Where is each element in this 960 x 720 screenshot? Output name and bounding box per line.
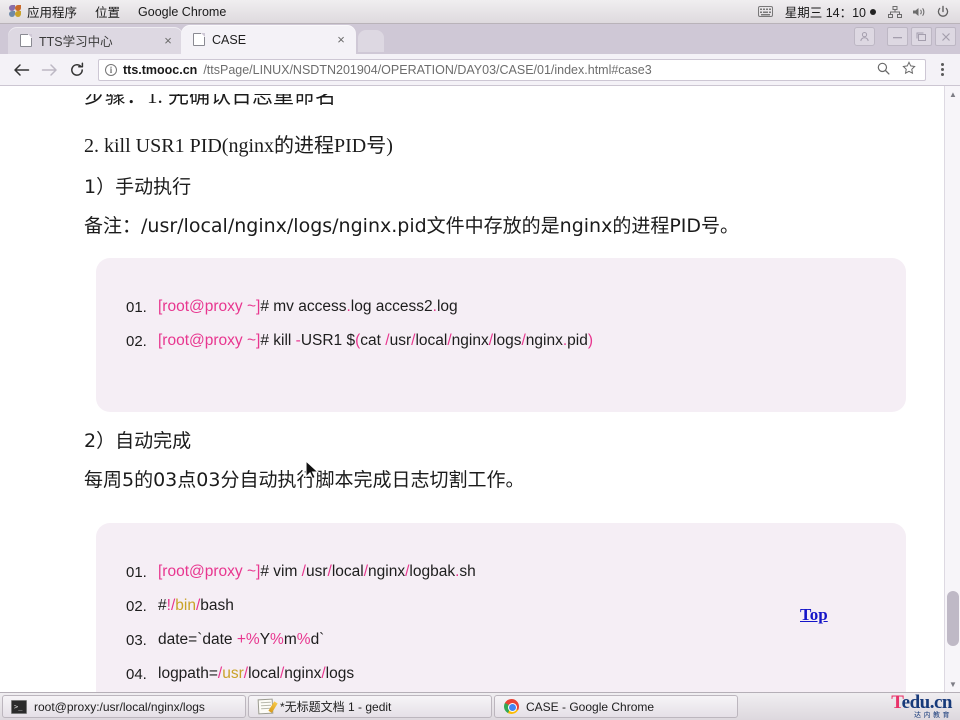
heading-kill-usr1: 2. kill USR1 PID(nginx的进程PID号) bbox=[84, 135, 393, 157]
code-line-content: logpath=/usr/local/nginx/logs bbox=[158, 665, 355, 682]
menu-places[interactable]: 位置 bbox=[86, 0, 129, 23]
power-icon[interactable] bbox=[932, 0, 954, 24]
page-viewport: 步骤：1. 先确认日志重命名 2. kill USR1 PID(nginx的进程… bbox=[0, 86, 960, 692]
network-icon[interactable] bbox=[884, 0, 906, 24]
window-maximize-button[interactable] bbox=[911, 27, 932, 46]
url-path: /ttsPage/LINUX/NSDTN201904/OPERATION/DAY… bbox=[203, 62, 652, 77]
tedu-brand-wordmark: Tedu.cn bbox=[891, 692, 953, 713]
clock-label: 星期三 14：10 bbox=[784, 6, 866, 20]
taskbar-item-label: *无标题文档 1 - gedit bbox=[280, 700, 392, 714]
terminal-icon: >_ bbox=[11, 699, 27, 714]
recording-indicator-icon bbox=[870, 8, 876, 15]
code-line-content: [root@proxy ~]# mv access.log access2.lo… bbox=[158, 298, 458, 315]
zoom-indicator-icon[interactable] bbox=[874, 62, 893, 78]
code-line: 01. [root@proxy ~]# vim /usr/local/nginx… bbox=[96, 555, 906, 589]
code-block-manual: 01. [root@proxy ~]# mv access.log access… bbox=[96, 258, 906, 412]
forward-button[interactable] bbox=[36, 57, 62, 83]
menu-places-label: 位置 bbox=[95, 6, 121, 20]
taskbar-item-label: CASE - Google Chrome bbox=[526, 699, 655, 714]
code-line-number: 04. bbox=[126, 665, 147, 683]
reload-button[interactable] bbox=[64, 57, 90, 83]
tedu-brand-logo: Tedu.cn 达内教育 bbox=[848, 692, 958, 720]
tab-close-icon[interactable]: × bbox=[334, 33, 348, 46]
system-tray: 星期三 14：10 bbox=[755, 0, 960, 23]
panel-menu-group: 应用程序 位置 Google Chrome bbox=[0, 0, 235, 23]
tab-close-icon[interactable]: × bbox=[161, 34, 175, 47]
scrollbar-thumb[interactable] bbox=[947, 591, 959, 646]
vertical-scrollbar[interactable]: ▲ ▼ bbox=[944, 86, 960, 692]
desktop-taskbar: >_ root@proxy:/usr/local/nginx/logs *无标题… bbox=[0, 692, 960, 720]
taskbar-item-chrome[interactable]: CASE - Google Chrome bbox=[494, 695, 738, 718]
window-controls bbox=[854, 27, 956, 46]
code-line: 03. date=`date +%Y%m%d` bbox=[96, 623, 906, 657]
window-minimize-button[interactable] bbox=[887, 27, 908, 46]
menu-applications-label: 应用程序 bbox=[27, 6, 78, 20]
code-line: 04. logpath=/usr/local/nginx/logs bbox=[96, 657, 906, 691]
tab-case[interactable]: CASE × bbox=[181, 25, 356, 54]
menu-google-chrome-label: Google Chrome bbox=[138, 4, 227, 19]
tab-strip: TTS学习中心 × CASE × bbox=[0, 24, 960, 54]
clock[interactable]: 星期三 14：10 bbox=[779, 2, 882, 21]
code-line-number: 01. bbox=[126, 298, 147, 316]
mouse-cursor bbox=[305, 460, 320, 480]
gedit-icon bbox=[257, 698, 273, 715]
tab-tts-learning-center[interactable]: TTS学习中心 × bbox=[8, 27, 183, 54]
taskbar-item-terminal[interactable]: >_ root@proxy:/usr/local/nginx/logs bbox=[2, 695, 246, 718]
code-line-number: 03. bbox=[126, 631, 147, 649]
browser-menu-icon[interactable] bbox=[932, 57, 952, 83]
page-favicon-icon bbox=[193, 33, 205, 46]
code-block-script: 01. [root@proxy ~]# vim /usr/local/nginx… bbox=[96, 523, 906, 692]
site-info-icon[interactable]: i bbox=[105, 63, 117, 76]
code-line: 01. [root@proxy ~]# mv access.log access… bbox=[96, 290, 906, 324]
tab-title: TTS学习中心 bbox=[39, 35, 113, 49]
url-domain: tts.tmooc.cn bbox=[123, 62, 198, 77]
page-favicon-icon bbox=[20, 34, 32, 47]
subheading-manual-exec: 1）手动执行 bbox=[84, 176, 192, 198]
new-tab-button[interactable] bbox=[358, 30, 384, 52]
page-content: 步骤：1. 先确认日志重命名 2. kill USR1 PID(nginx的进程… bbox=[0, 86, 944, 692]
tedu-brand-subtitle: 达内教育 bbox=[914, 711, 952, 719]
code-line: 02. #!/bin/bash bbox=[96, 589, 906, 623]
note-pid-file: 备注：/usr/local/nginx/logs/nginx.pid文件中存放的… bbox=[84, 215, 740, 237]
code-line-number: 01. bbox=[126, 563, 147, 581]
scroll-up-arrow-icon[interactable]: ▲ bbox=[945, 86, 960, 102]
profile-avatar-icon[interactable] bbox=[854, 27, 875, 46]
gnome-foot-icon bbox=[9, 5, 22, 18]
tedu-brand-rest: edu.cn bbox=[901, 692, 953, 713]
code-line-content: date=`date +%Y%m%d` bbox=[158, 631, 325, 648]
back-button[interactable] bbox=[8, 57, 34, 83]
scroll-down-arrow-icon[interactable]: ▼ bbox=[945, 676, 960, 692]
bookmark-star-icon[interactable] bbox=[899, 61, 919, 78]
taskbar-item-gedit[interactable]: *无标题文档 1 - gedit bbox=[248, 695, 492, 718]
tedu-brand-t: T bbox=[891, 692, 902, 713]
code-line-content: #!/bin/bash bbox=[158, 597, 234, 614]
subheading-auto-complete: 2）自动完成 bbox=[84, 430, 192, 452]
back-to-top-link[interactable]: Top bbox=[800, 605, 828, 625]
keyboard-icon[interactable] bbox=[755, 0, 777, 24]
taskbar-item-label: root@proxy:/usr/local/nginx/logs bbox=[34, 699, 205, 714]
code-line-number: 02. bbox=[126, 332, 147, 350]
code-line-number: 02. bbox=[126, 597, 147, 615]
address-bar[interactable]: i tts.tmooc.cn/ttsPage/LINUX/NSDTN201904… bbox=[98, 58, 926, 81]
volume-icon[interactable] bbox=[908, 0, 930, 24]
code-line: 02. [root@proxy ~]# kill -USR1 $(cat /us… bbox=[96, 324, 906, 358]
chrome-icon bbox=[503, 699, 519, 714]
window-close-button[interactable] bbox=[935, 27, 956, 46]
menu-applications[interactable]: 应用程序 bbox=[0, 0, 86, 23]
code-line-content: [root@proxy ~]# kill -USR1 $(cat /usr/lo… bbox=[158, 332, 593, 349]
tab-title: CASE bbox=[212, 32, 247, 47]
gnome-top-panel: 应用程序 位置 Google Chrome 星期三 14：10 bbox=[0, 0, 960, 24]
menu-google-chrome[interactable]: Google Chrome bbox=[129, 0, 235, 23]
browser-toolbar: i tts.tmooc.cn/ttsPage/LINUX/NSDTN201904… bbox=[0, 54, 960, 86]
cut-off-text-line: 步骤：1. 先确认日志重命名 bbox=[84, 86, 336, 108]
chrome-browser-window: TTS学习中心 × CASE × i tts.tmooc.cn /ttsPage… bbox=[0, 24, 960, 692]
code-line-content: [root@proxy ~]# vim /usr/local/nginx/log… bbox=[158, 563, 476, 580]
